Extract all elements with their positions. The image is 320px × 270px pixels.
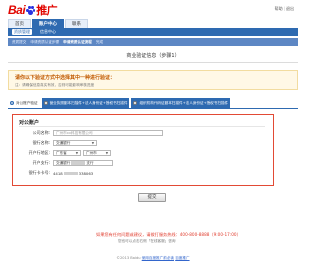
- logo-text-bai: Bai: [8, 3, 26, 17]
- sub-navigation: 资质管理 信息中心: [8, 28, 298, 36]
- bank-region-label: 开户行地区:: [28, 150, 50, 155]
- province-select[interactable]: 广东省 ▼: [53, 150, 81, 156]
- radio-corporate-account[interactable]: [10, 101, 14, 105]
- radio-org-code[interactable]: [133, 101, 138, 105]
- bank-name-label: 银行名称:: [32, 140, 50, 145]
- branch-input[interactable]: 交通银行 支行: [53, 160, 113, 166]
- logout-link[interactable]: 退出: [286, 6, 294, 11]
- city-select[interactable]: 广州市 ▼: [83, 150, 111, 156]
- account-number-row: 银行卡卡号: 4418 338063: [13, 169, 275, 177]
- chevron-down-icon: ▼: [75, 150, 78, 155]
- account-suffix: 338063: [78, 170, 94, 176]
- page-footer: ©2013 Baidu 使用百度推广前必读 百度推广: [0, 256, 306, 261]
- subnav-qualification[interactable]: 资质管理: [12, 29, 32, 35]
- masked-text: [63, 171, 78, 176]
- notice-sub-text: 注：请确保信息真实有效，否则可能影响审核进度: [15, 83, 95, 87]
- masked-text: [71, 161, 86, 165]
- corporate-account-form: 对公账户 公司名称: 广州市xx科技有限公司 银行名称: 交通银行 ▼ 开户行地区…: [12, 114, 274, 186]
- branch-label: 开户支行:: [32, 160, 50, 165]
- tab-home[interactable]: 首页: [8, 19, 31, 28]
- bank-name-select[interactable]: 交通银行 ▼: [53, 140, 97, 146]
- chevron-down-icon: ▼: [91, 140, 94, 145]
- breadcrumb: 资质提交 申请资质认证步骤 申请资质认证流程 完成: [8, 38, 298, 46]
- bank-name-value: 交通银行: [56, 140, 71, 145]
- verification-notice: 请你以下验证方式中选择其中一种进行验证： 注：请确保信息真实有效，否则可能影响审…: [8, 70, 298, 90]
- province-value: 广东省: [56, 150, 67, 155]
- divider: [8, 62, 298, 63]
- breadcrumb-step-1[interactable]: 资质提交: [12, 40, 26, 45]
- branch-row: 开户支行: 交通银行 支行: [13, 159, 275, 167]
- service-hotline-sub: 您也可以点击右侧「在线客服」咨询: [118, 239, 176, 243]
- page-title: 商业验证信息（步骤1）: [126, 53, 180, 59]
- verification-method-options: 对公账户验证 营业执照副本扫描件+法人身份证+授权书扫描件 组织机构代码证副本扫…: [8, 98, 298, 109]
- branch-suffix: 支行: [86, 161, 94, 165]
- paw-icon: [26, 5, 36, 15]
- option-business-license-label: 营业执照副本扫描件+法人身份证+授权书扫描件: [49, 100, 128, 105]
- company-name-row: 公司名称: 广州市xx科技有限公司: [13, 129, 275, 137]
- radio-business-license[interactable]: [43, 101, 48, 105]
- notice-main-text: 请你以下验证方式中选择其中一种进行验证：: [15, 75, 116, 81]
- footer-link-readme[interactable]: 使用百度推广前必读: [142, 256, 174, 260]
- service-hotline: 如果您有任何问题或建议，请拨打服务热线：400-800-8888（9:00-17…: [96, 232, 241, 237]
- top-links: 帮助|退出: [274, 6, 294, 11]
- account-number-label: 银行卡卡号:: [28, 170, 50, 175]
- main-tabs: 首页 账户中心 联系: [8, 19, 89, 28]
- bank-name-row: 银行名称: 交通银行 ▼: [13, 139, 275, 147]
- help-link[interactable]: 帮助: [275, 6, 283, 11]
- company-name-label: 公司名称:: [32, 130, 50, 135]
- bank-region-row: 开户行地区: 广东省 ▼ 广州市 ▼: [13, 149, 275, 157]
- company-name-input[interactable]: 广州市xx科技有限公司: [53, 130, 163, 136]
- branch-prefix: 交通银行: [56, 161, 71, 165]
- option-org-code-label: 组织机构代码证副本扫描件+法人身份证+授权书扫描件: [139, 100, 229, 105]
- footer-copyright: ©2013 Baidu: [116, 256, 141, 260]
- option-org-code[interactable]: 组织机构代码证副本扫描件+法人身份证+授权书扫描件: [131, 98, 231, 108]
- submit-button[interactable]: 提交: [138, 193, 166, 202]
- city-value: 广州市: [86, 150, 97, 155]
- account-prefix: 4418: [53, 170, 63, 176]
- form-divider: [19, 126, 265, 127]
- logo-text-tuiguang: 推广: [36, 5, 58, 17]
- tab-contact[interactable]: 联系: [65, 19, 88, 28]
- footer-link-tuiguang[interactable]: 百度推广: [175, 256, 189, 260]
- form-heading: 对公账户: [19, 120, 40, 126]
- option-corporate-account[interactable]: 对公账户验证: [8, 98, 40, 108]
- baidu-logo[interactable]: Bai 推广: [8, 3, 58, 17]
- option-business-license[interactable]: 营业执照副本扫描件+法人身份证+授权书扫描件: [41, 98, 130, 108]
- breadcrumb-step-current: 申请资质认证流程: [63, 39, 92, 44]
- account-number-value: 4418 338063: [53, 171, 93, 176]
- breadcrumb-step-4[interactable]: 完成: [96, 40, 103, 45]
- subnav-info-center[interactable]: 信息中心: [38, 29, 58, 35]
- tab-account-center[interactable]: 账户中心: [32, 19, 64, 28]
- chevron-down-icon: ▼: [105, 150, 108, 155]
- option-corporate-account-label: 对公账户验证: [16, 100, 38, 105]
- breadcrumb-step-2[interactable]: 申请资质认证步骤: [30, 40, 59, 45]
